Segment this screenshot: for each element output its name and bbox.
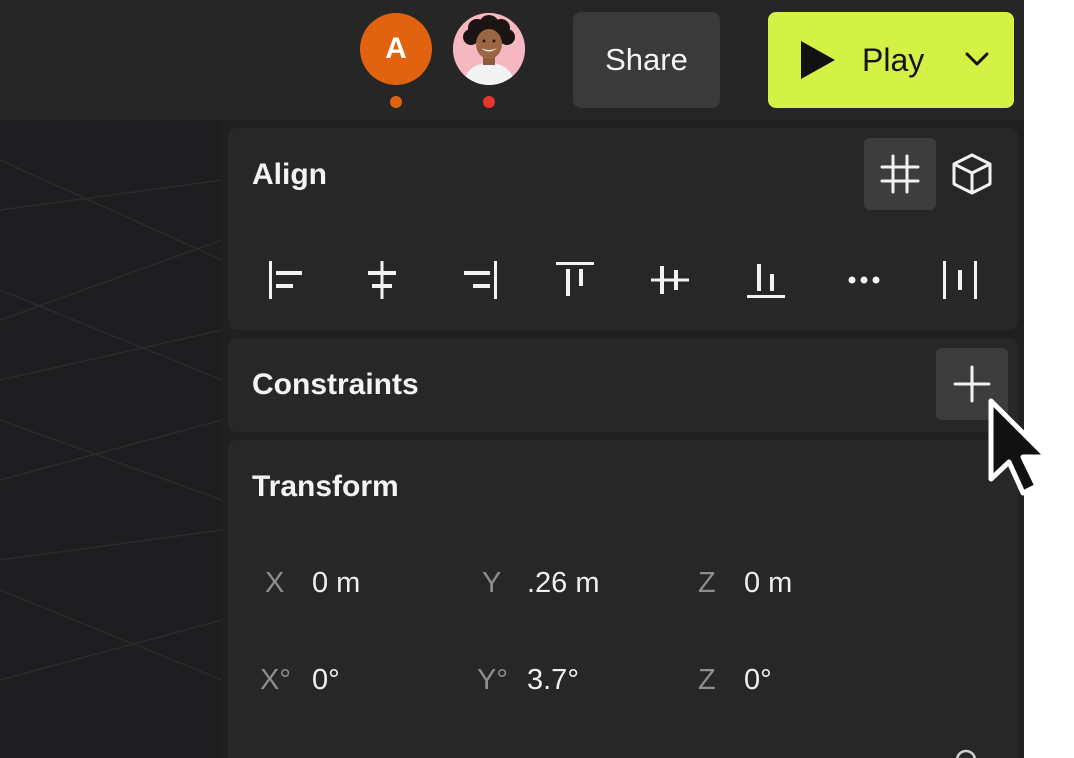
viewport-grid [0, 159, 222, 681]
collaborator-avatar-photo[interactable] [453, 13, 525, 85]
collaborator-status-dot [483, 96, 495, 108]
rotation-y-field[interactable]: 3.7° [527, 664, 579, 697]
transform-panel: Transform X 0 m Y .26 m Z 0 m X° 0° Y° 3… [228, 440, 1018, 758]
align-bottom-icon[interactable] [742, 256, 790, 304]
collaborator-status-dot [390, 96, 402, 108]
editor-window: A Share Play Align Constraints Transform… [0, 0, 1024, 758]
align-title: Align [252, 158, 327, 191]
rotation-x-label: X° [260, 664, 291, 696]
grid-icon [880, 154, 920, 194]
align-top-icon[interactable] [551, 256, 599, 304]
rotation-x-field[interactable]: 0° [312, 664, 340, 697]
distribute-icon[interactable] [936, 256, 984, 304]
rotation-z-field[interactable]: 0° [744, 664, 772, 697]
person-photo-icon [453, 13, 525, 85]
align-left-icon[interactable] [262, 256, 310, 304]
scene-viewport[interactable] [0, 120, 222, 758]
transform-title: Transform [252, 470, 399, 503]
play-button[interactable]: Play [768, 12, 1014, 108]
share-button[interactable]: Share [573, 12, 720, 108]
position-x-label: X [265, 567, 285, 599]
play-icon [801, 41, 835, 79]
align-horizontal-center-icon[interactable] [358, 256, 406, 304]
avatar-initial: A [385, 32, 407, 65]
position-y-label: Y [482, 567, 502, 599]
position-y-field[interactable]: .26 m [527, 567, 600, 600]
partial-icon [956, 749, 976, 758]
mouse-cursor-icon [988, 398, 1050, 496]
align-panel: Align [228, 128, 1018, 330]
cube-icon [952, 153, 992, 195]
position-z-field[interactable]: 0 m [744, 567, 792, 600]
align-vertical-center-icon[interactable] [646, 256, 694, 304]
share-label: Share [605, 42, 688, 77]
play-label: Play [862, 42, 925, 78]
position-z-label: Z [698, 567, 716, 599]
position-x-field[interactable]: 0 m [312, 567, 360, 600]
rotation-z-label: Z [698, 664, 716, 696]
grid-view-button[interactable] [864, 138, 936, 210]
collaborator-avatar-a[interactable]: A [360, 13, 432, 85]
chevron-down-icon[interactable] [964, 50, 990, 68]
rotation-y-label: Y° [477, 664, 508, 696]
constraints-panel: Constraints [228, 338, 1018, 432]
more-icon[interactable] [840, 256, 888, 304]
3d-view-button[interactable] [936, 138, 1008, 210]
align-right-icon[interactable] [456, 256, 504, 304]
constraints-title: Constraints [252, 368, 419, 401]
top-bar: A Share Play [0, 0, 1024, 120]
